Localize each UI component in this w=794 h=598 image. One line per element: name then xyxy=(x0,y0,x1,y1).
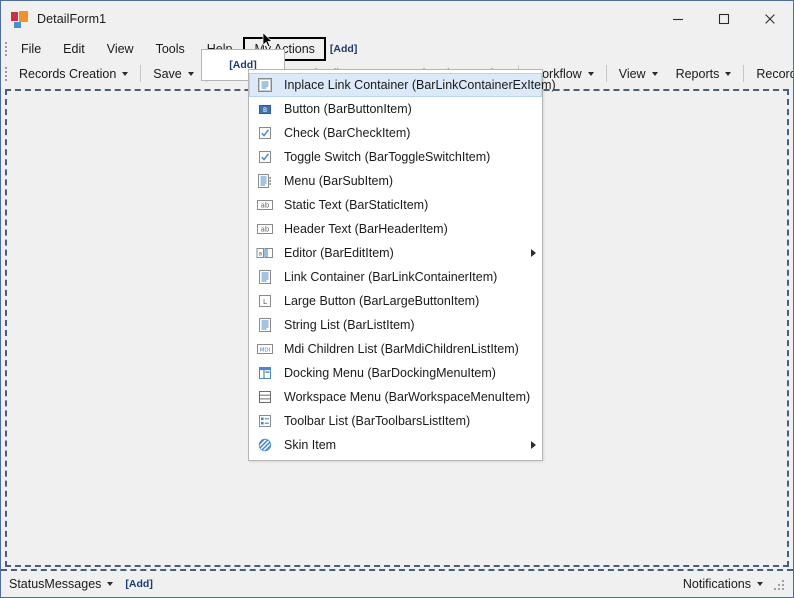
docking-menu-icon xyxy=(254,363,276,383)
skin-item-icon xyxy=(254,435,276,455)
menu-bar: File Edit View Tools Help My Actions [Ad… xyxy=(1,37,793,61)
minimize-button[interactable] xyxy=(655,1,701,37)
chevron-down-icon xyxy=(757,582,763,586)
check-item-icon xyxy=(254,123,276,143)
menu-option-header-text[interactable]: ab Header Text (BarHeaderItem) xyxy=(249,217,542,241)
menu-option-button[interactable]: B Button (BarButtonItem) xyxy=(249,97,542,121)
menu-option-label: Large Button (BarLargeButtonItem) xyxy=(284,294,480,308)
menu-item-edit[interactable]: Edit xyxy=(52,38,96,60)
close-button[interactable] xyxy=(747,1,793,37)
link-container-ex-icon xyxy=(254,75,276,95)
toolbar-item-records-navigation[interactable]: Records Navigation xyxy=(747,62,793,85)
minimize-icon xyxy=(673,18,683,21)
menu-option-string-list[interactable]: String List (BarListItem) xyxy=(249,313,542,337)
menu-option-inplace-link-container[interactable]: Inplace Link Container (BarLinkContainer… xyxy=(249,73,556,97)
submenu-arrow-icon xyxy=(531,441,536,449)
toolbar-item-records-creation[interactable]: Records Creation xyxy=(10,62,137,85)
menu-option-label: Editor (BarEditItem) xyxy=(284,246,394,260)
status-item-notifications[interactable]: Notifications xyxy=(675,577,771,591)
menu-option-label: Mdi Children List (BarMdiChildrenListIte… xyxy=(284,342,519,356)
menu-option-label: Static Text (BarStaticItem) xyxy=(284,198,429,212)
menu-option-docking-menu[interactable]: Docking Menu (BarDockingMenuItem) xyxy=(249,361,542,385)
svg-text:B: B xyxy=(263,107,267,114)
window-title: DetailForm1 xyxy=(37,12,107,26)
toolbar-item-save[interactable]: Save xyxy=(144,62,203,85)
status-bar: StatusMessages [Add] Notifications xyxy=(1,569,793,597)
editor-item-icon: a xyxy=(254,243,276,263)
string-list-icon xyxy=(254,315,276,335)
menu-option-mdi-children-list[interactable]: MDI Mdi Children List (BarMdiChildrenLis… xyxy=(249,337,542,361)
chevron-down-icon xyxy=(725,71,732,76)
menu-option-check[interactable]: Check (BarCheckItem) xyxy=(249,121,542,145)
menu-option-label: Toolbar List (BarToolbarsListItem) xyxy=(284,414,471,428)
drag-grip-icon[interactable] xyxy=(1,62,10,86)
chevron-down-icon xyxy=(651,71,658,76)
drag-grip-icon[interactable] xyxy=(1,37,10,61)
maximize-button[interactable] xyxy=(701,1,747,37)
button-item-icon: B xyxy=(254,99,276,119)
toolbar-separator xyxy=(743,65,745,82)
devexpress-squares-icon xyxy=(11,10,28,28)
menu-option-label: Inplace Link Container (BarLinkContainer… xyxy=(284,78,556,92)
svg-text:MDI: MDI xyxy=(260,347,271,353)
resize-grip-icon[interactable] xyxy=(773,577,787,591)
svg-text:ab: ab xyxy=(261,226,270,234)
menu-item-file[interactable]: File xyxy=(10,38,52,60)
menu-item-view[interactable]: View xyxy=(96,38,145,60)
header-text-icon: ab xyxy=(254,219,276,239)
menu-option-menu[interactable]: Menu (BarSubItem) xyxy=(249,169,542,193)
window-controls xyxy=(655,1,793,37)
menu-option-large-button[interactable]: L Large Button (BarLargeButtonItem) xyxy=(249,289,542,313)
static-text-icon: ab xyxy=(254,195,276,215)
menu-option-toolbar-list[interactable]: Toolbar List (BarToolbarsListItem) xyxy=(249,409,542,433)
menu-option-label: Docking Menu (BarDockingMenuItem) xyxy=(284,366,496,380)
menu-option-label: Link Container (BarLinkContainerItem) xyxy=(284,270,498,284)
workspace-menu-icon xyxy=(254,387,276,407)
toolbar-item-view[interactable]: View xyxy=(610,62,667,85)
status-add-placeholder[interactable]: [Add] xyxy=(121,578,156,590)
menu-option-label: Menu (BarSubItem) xyxy=(284,174,394,188)
menu-option-skin-item[interactable]: Skin Item xyxy=(249,433,542,457)
menu-option-label: Header Text (BarHeaderItem) xyxy=(284,222,448,236)
svg-text:a: a xyxy=(258,250,262,257)
menu-option-workspace-menu[interactable]: Workspace Menu (BarWorkspaceMenuItem) xyxy=(249,385,542,409)
status-item-status-messages[interactable]: StatusMessages xyxy=(1,577,121,591)
title-bar-left: DetailForm1 xyxy=(1,10,107,28)
svg-text:L: L xyxy=(263,298,267,306)
menu-option-label: Check (BarCheckItem) xyxy=(284,126,411,140)
menu-option-editor[interactable]: a Editor (BarEditItem) xyxy=(249,241,542,265)
close-icon xyxy=(765,14,775,24)
menu-option-toggle-switch[interactable]: Toggle Switch (BarToggleSwitchItem) xyxy=(249,145,542,169)
svg-text:ab: ab xyxy=(261,202,270,210)
status-bar-left: StatusMessages [Add] xyxy=(1,577,157,591)
sub-menu-icon xyxy=(254,171,276,191)
status-bar-right: Notifications xyxy=(675,577,793,591)
title-bar: DetailForm1 xyxy=(1,1,793,37)
chevron-down-icon xyxy=(587,71,594,76)
application-window: DetailForm1 File Edit View Tools Actions… xyxy=(0,0,794,598)
maximize-icon xyxy=(718,13,730,25)
large-button-icon: L xyxy=(254,291,276,311)
toolbar-list-icon xyxy=(254,411,276,431)
toolbar-separator xyxy=(140,65,142,82)
mdi-children-icon: MDI xyxy=(254,339,276,359)
chevron-down-icon xyxy=(122,71,129,76)
menu-option-label: String List (BarListItem) xyxy=(284,318,415,332)
chevron-down-icon xyxy=(187,71,194,76)
toolbar-item-reports[interactable]: Reports xyxy=(667,62,741,85)
toggle-switch-icon xyxy=(254,147,276,167)
menu-option-label: Toggle Switch (BarToggleSwitchItem) xyxy=(284,150,491,164)
toolbar-separator xyxy=(605,65,607,82)
menu-option-link-container[interactable]: Link Container (BarLinkContainerItem) xyxy=(249,265,542,289)
menu-option-label: Workspace Menu (BarWorkspaceMenuItem) xyxy=(284,390,531,404)
link-container-icon xyxy=(254,267,276,287)
menu-option-static-text[interactable]: ab Static Text (BarStaticItem) xyxy=(249,193,542,217)
menu-add-placeholder[interactable]: [Add] xyxy=(326,43,361,55)
menu-option-label: Button (BarButtonItem) xyxy=(284,102,412,116)
my-actions-dropdown-menu: Inplace Link Container (BarLinkContainer… xyxy=(248,69,556,461)
submenu-arrow-icon xyxy=(531,249,536,257)
menu-item-tools[interactable]: Tools xyxy=(145,38,196,60)
chevron-down-icon xyxy=(107,582,114,586)
menu-option-label: Skin Item xyxy=(284,438,337,452)
